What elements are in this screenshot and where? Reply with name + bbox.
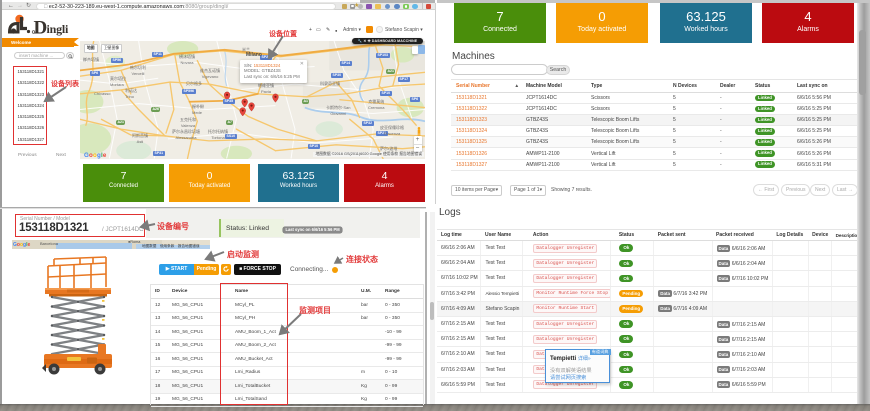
svg-text:D: D xyxy=(34,18,48,39)
svg-text:ingli: ingli xyxy=(47,22,70,36)
